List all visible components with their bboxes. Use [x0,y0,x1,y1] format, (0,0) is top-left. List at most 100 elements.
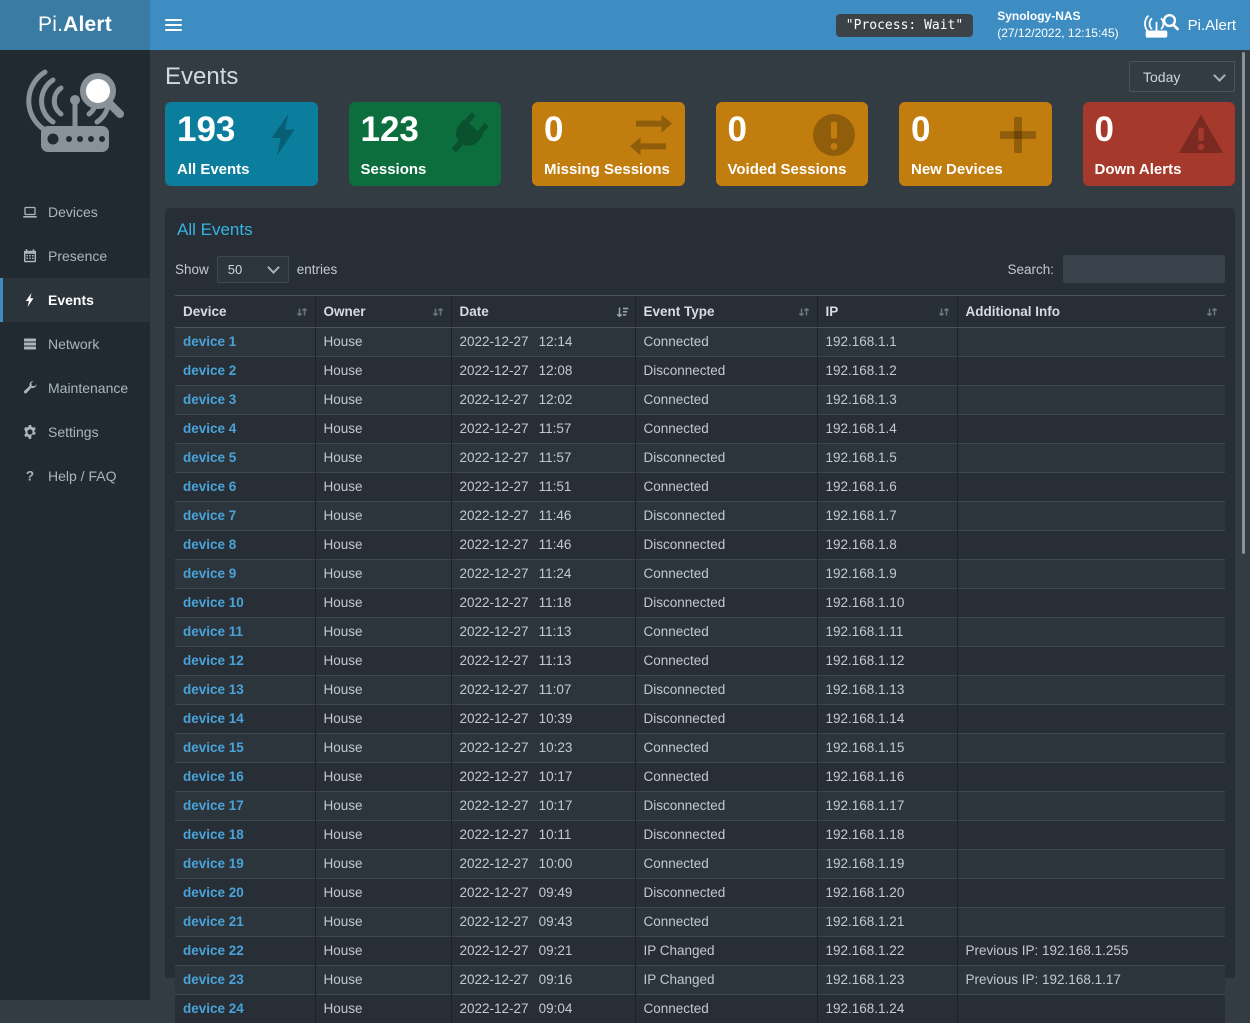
sidebar-item-devices[interactable]: Devices [0,190,150,234]
ip-cell: 192.168.1.11 [817,618,957,647]
column-header-ip[interactable]: IP [817,296,957,328]
event-row: device 21House2022-12-2709:43Connected19… [175,908,1225,937]
event-type-cell: Disconnected [635,821,817,850]
sidebar-item-label: Events [48,292,94,308]
device-link[interactable]: device 3 [183,392,236,407]
stat-card-all-events[interactable]: 193All Events [165,102,318,186]
additional-info-cell [957,357,1225,386]
gear-icon [22,424,38,440]
vertical-scrollbar[interactable] [1242,52,1245,554]
sidebar-item-help-faq[interactable]: ?Help / FAQ [0,454,150,498]
device-link[interactable]: device 14 [183,711,244,726]
column-header-owner[interactable]: Owner [315,296,451,328]
event-type-cell: Connected [635,734,817,763]
ip-cell: 192.168.1.19 [817,850,957,879]
device-link[interactable]: device 4 [183,421,236,436]
event-type-cell: Disconnected [635,357,817,386]
additional-info-cell [957,386,1225,415]
stat-label: Sessions [361,161,427,178]
event-row: device 4House2022-12-2711:57Connected192… [175,415,1225,444]
device-link[interactable]: device 1 [183,334,236,349]
ip-cell: 192.168.1.24 [817,995,957,1023]
page-length-select[interactable]: 50 [217,256,289,283]
column-header-event-type[interactable]: Event Type [635,296,817,328]
device-link[interactable]: device 24 [183,1001,244,1016]
sidebar-item-maintenance[interactable]: Maintenance [0,366,150,410]
device-link[interactable]: device 11 [183,624,243,639]
brand-logo[interactable]: Pi.Alert [0,0,150,50]
device-link[interactable]: device 9 [183,566,236,581]
stat-card-sessions[interactable]: 123Sessions [349,102,502,186]
device-link[interactable]: device 21 [183,914,244,929]
stat-card-missing-sessions[interactable]: 0Missing Sessions [532,102,685,186]
owner-cell: House [315,705,451,734]
date-cell: 2022-12-2710:17 [451,792,635,821]
device-link[interactable]: device 13 [183,682,244,697]
device-link[interactable]: device 23 [183,972,244,987]
event-row: device 9House2022-12-2711:24Connected192… [175,560,1225,589]
sidebar-item-network[interactable]: Network [0,322,150,366]
column-header-date[interactable]: Date [451,296,635,328]
additional-info-cell [957,415,1225,444]
ip-cell: 192.168.1.21 [817,908,957,937]
brand-suffix: Alert [63,13,112,37]
column-header-device[interactable]: Device [175,296,315,328]
device-link[interactable]: device 16 [183,769,244,784]
period-select[interactable]: Today [1129,61,1235,92]
event-row: device 22House2022-12-2709:21IP Changed1… [175,937,1225,966]
sidebar-item-presence[interactable]: Presence [0,234,150,278]
ip-cell: 192.168.1.13 [817,676,957,705]
sidebar-item-settings[interactable]: Settings [0,410,150,454]
hamburger-icon[interactable] [150,0,196,50]
stat-card-down-alerts[interactable]: 0Down Alerts [1083,102,1236,186]
stat-card-new-devices[interactable]: 0New Devices [899,102,1052,186]
date-cell: 2022-12-2711:18 [451,589,635,618]
date-cell: 2022-12-2710:00 [451,850,635,879]
device-cell: device 11 [175,618,315,647]
ip-cell: 192.168.1.7 [817,502,957,531]
stat-card-voided-sessions[interactable]: 0Voided Sessions [716,102,869,186]
device-link[interactable]: device 2 [183,363,236,378]
device-link[interactable]: device 10 [183,595,244,610]
column-header-additional-info[interactable]: Additional Info [957,296,1225,328]
additional-info-cell [957,821,1225,850]
device-link[interactable]: device 18 [183,827,244,842]
device-link[interactable]: device 12 [183,653,244,668]
event-type-cell: Disconnected [635,502,817,531]
date-cell: 2022-12-2711:24 [451,560,635,589]
date-cell: 2022-12-2711:46 [451,502,635,531]
device-link[interactable]: device 22 [183,943,244,958]
device-link[interactable]: device 15 [183,740,244,755]
date-cell: 2022-12-2709:21 [451,937,635,966]
event-type-cell: Disconnected [635,531,817,560]
owner-cell: House [315,473,451,502]
event-row: device 15House2022-12-2710:23Connected19… [175,734,1225,763]
device-link[interactable]: device 6 [183,479,236,494]
event-row: device 5House2022-12-2711:57Disconnected… [175,444,1225,473]
event-row: device 19House2022-12-2710:00Connected19… [175,850,1225,879]
ip-cell: 192.168.1.23 [817,966,957,995]
device-link[interactable]: device 17 [183,798,244,813]
event-row: device 8House2022-12-2711:46Disconnected… [175,531,1225,560]
device-link[interactable]: device 8 [183,537,236,552]
app-badge[interactable]: Pi.Alert [1143,12,1236,39]
page-title: Events [165,63,238,91]
search-input[interactable] [1063,255,1225,283]
device-link[interactable]: device 19 [183,856,244,871]
brand-prefix: Pi. [38,13,63,37]
date-cell: 2022-12-2712:14 [451,328,635,357]
owner-cell: House [315,966,451,995]
event-row: device 16House2022-12-2710:17Connected19… [175,763,1225,792]
device-link[interactable]: device 7 [183,508,236,523]
event-row: device 10House2022-12-2711:18Disconnecte… [175,589,1225,618]
device-link[interactable]: device 5 [183,450,236,465]
owner-cell: House [315,676,451,705]
additional-info-cell [957,502,1225,531]
date-cell: 2022-12-2711:07 [451,676,635,705]
event-row: device 23House2022-12-2709:16IP Changed1… [175,966,1225,995]
device-cell: device 6 [175,473,315,502]
device-link[interactable]: device 20 [183,885,244,900]
device-cell: device 12 [175,647,315,676]
entries-label: entries [297,262,338,277]
sidebar-item-events[interactable]: Events [0,278,150,322]
